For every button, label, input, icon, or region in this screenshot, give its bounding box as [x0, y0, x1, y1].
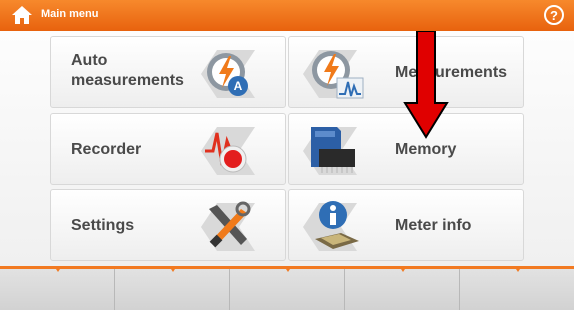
auto-measurements-tile[interactable]: Auto measurements A [50, 36, 286, 108]
softkey-bar [0, 266, 574, 310]
softkey-notch [54, 266, 62, 272]
red-down-arrow [403, 31, 449, 139]
softkey-notch [514, 266, 522, 272]
auto-measurements-label-line2: measurements [71, 72, 184, 89]
svg-text:A: A [234, 79, 243, 93]
softkey-5[interactable] [460, 266, 574, 310]
softkey-notch [169, 266, 177, 272]
header-bar: Main menu ? [0, 0, 574, 31]
help-button[interactable]: ? [544, 5, 564, 25]
recorder-label: Recorder [71, 141, 142, 158]
softkey-2[interactable] [115, 266, 230, 310]
settings-icon [201, 201, 255, 251]
meter-info-tile[interactable]: Meter info [288, 189, 524, 261]
softkey-4[interactable] [345, 266, 460, 310]
settings-tile[interactable]: Settings [50, 189, 286, 261]
auto-measurements-label: Auto measurements [71, 51, 184, 91]
memory-icon [303, 127, 357, 175]
measurements-icon [303, 50, 364, 99]
softkey-notch [284, 266, 292, 272]
meter-info-label: Meter info [395, 217, 472, 234]
softkey-3[interactable] [230, 266, 345, 310]
auto-measurements-label-line1: Auto [71, 52, 108, 69]
meter-info-icon [303, 201, 359, 251]
memory-label: Memory [395, 141, 457, 158]
recorder-icon [201, 127, 255, 175]
page-title: Main menu [41, 8, 99, 20]
settings-label: Settings [71, 217, 135, 234]
auto-measurement-icon: A [201, 50, 255, 98]
softkey-notch [399, 266, 407, 272]
softkey-1[interactable] [0, 266, 115, 310]
recorder-tile[interactable]: Recorder [50, 113, 286, 185]
home-icon[interactable] [11, 5, 33, 25]
